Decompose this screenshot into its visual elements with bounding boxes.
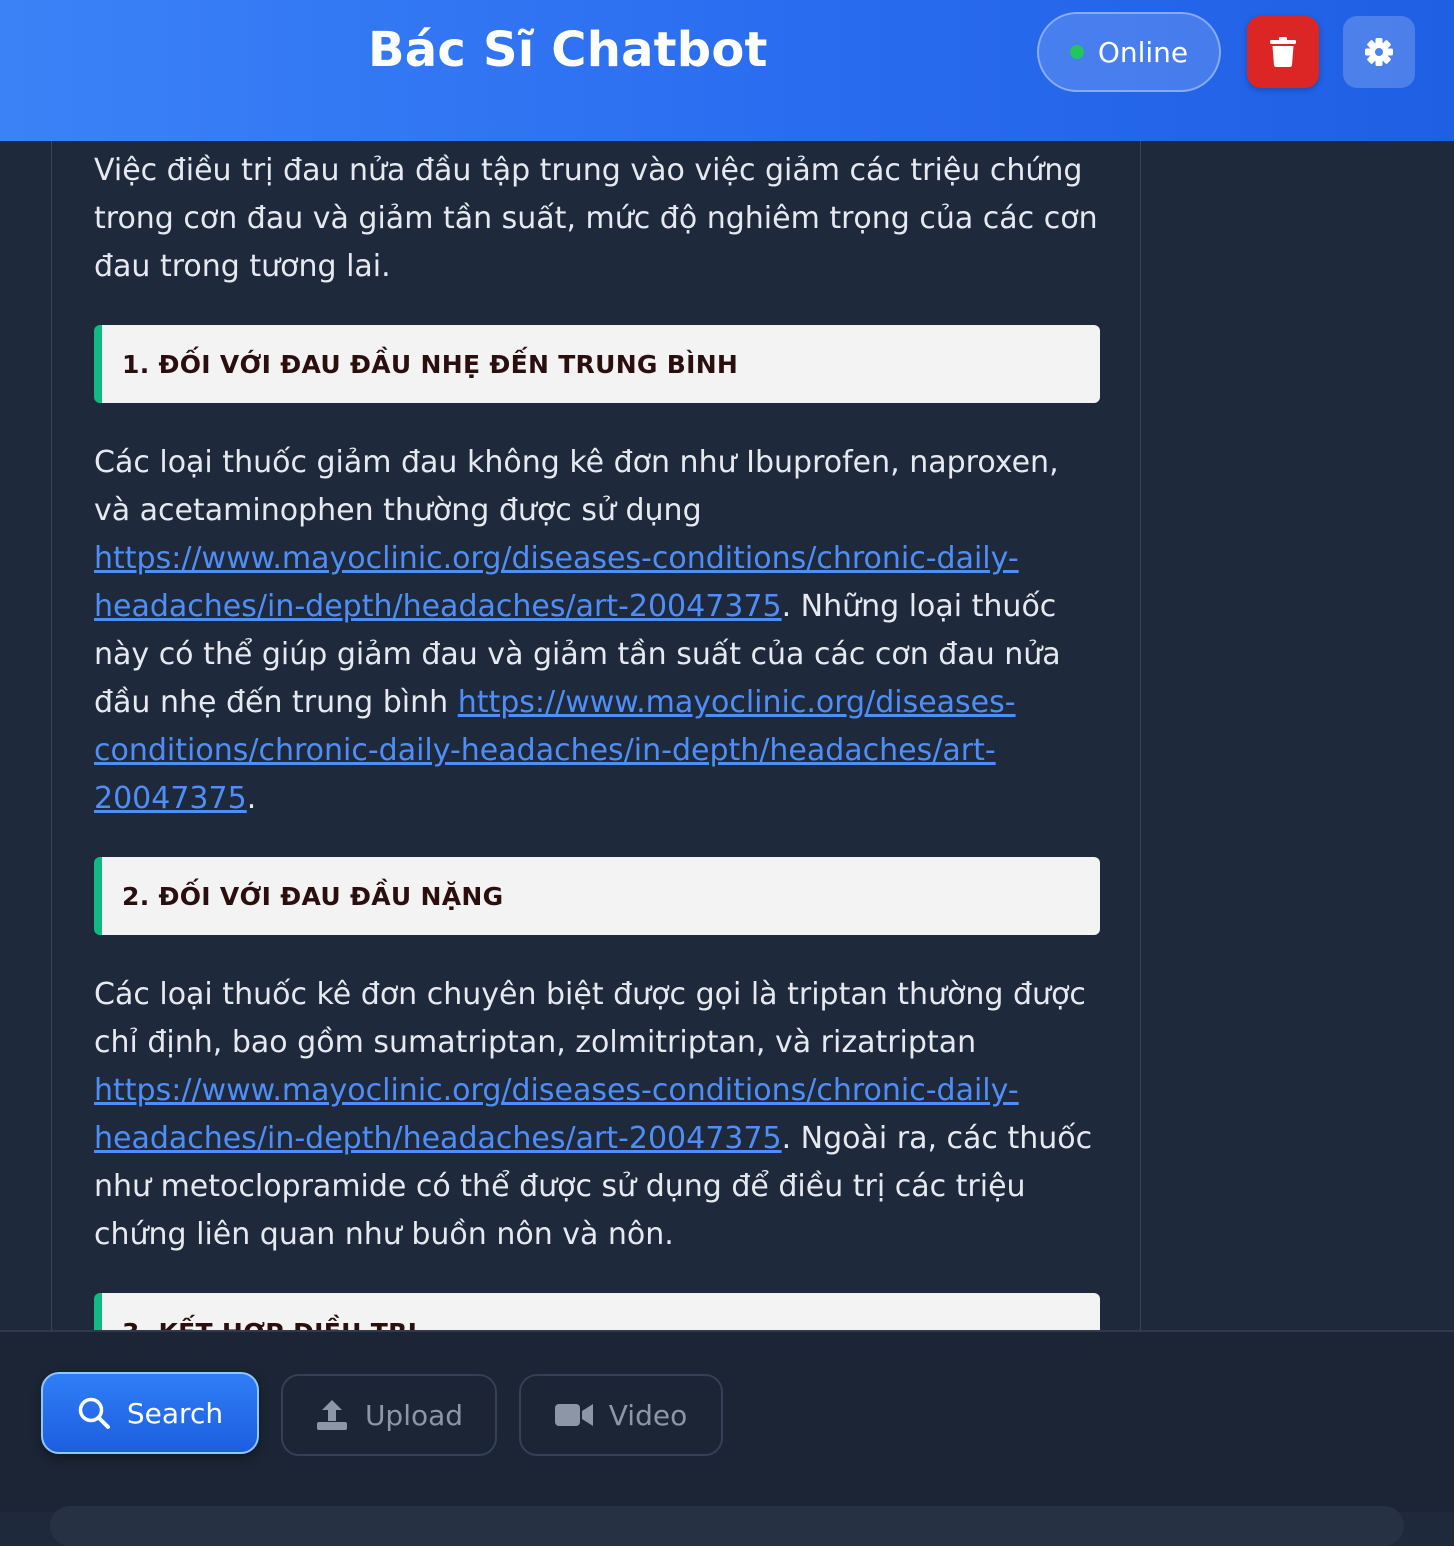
gear-icon [1365,38,1393,66]
app-title: Bác Sĩ Chatbot [368,22,768,78]
settings-button[interactable] [1343,16,1415,88]
status-label: Online [1097,35,1189,69]
message-intro: Việc điều trị đau nửa đầu tập trung vào … [94,153,1098,284]
section-heading: 2. ĐỐI VỚI ĐAU ĐẦU NẶNG [94,857,1100,935]
section-heading-text: 2. ĐỐI VỚI ĐAU ĐẦU NẶNG [122,881,504,911]
search-button[interactable]: Search [41,1372,259,1454]
section-paragraph: Các loại thuốc kê đơn chuyên biệt được g… [94,971,1100,1259]
search-icon [78,1397,110,1429]
video-button[interactable]: Video [519,1374,723,1456]
upload-icon [316,1400,347,1430]
search-label: Search [126,1396,224,1430]
message-content: Việc điều trị đau nửa đầu tập trung vào … [94,147,1100,1330]
section-heading: 3. KẾT HỢP ĐIỀU TRỊ [94,1293,1100,1330]
paragraph-text: Các loại thuốc giảm đau không kê đơn như… [94,445,1059,528]
input-toolbar: Search Upload Video [0,1330,1454,1546]
trash-icon [1270,37,1296,67]
message-input[interactable] [50,1506,1404,1546]
app-header: Bác Sĩ Chatbot Online [0,0,1454,141]
video-label: Video [608,1398,688,1432]
upload-label: Upload [364,1398,464,1432]
section-paragraph: Các loại thuốc giảm đau không kê đơn như… [94,439,1100,823]
paragraph-text: . [246,781,257,816]
delete-chat-button[interactable] [1247,16,1319,88]
status-dot-icon [1069,45,1084,59]
status-badge[interactable]: Online [1037,12,1221,92]
section-heading-text: 3. KẾT HỢP ĐIỀU TRỊ [122,1318,417,1331]
video-camera-icon [554,1404,593,1426]
paragraph-text: Các loại thuốc kê đơn chuyên biệt được g… [94,977,1086,1060]
bot-message-bubble: Việc điều trị đau nửa đầu tập trung vào … [51,141,1141,1330]
upload-button[interactable]: Upload [281,1374,497,1456]
section-heading: 1. ĐỐI VỚI ĐAU ĐẦU NHẸ ĐẾN TRUNG BÌNH [94,325,1100,403]
section-heading-text: 1. ĐỐI VỚI ĐAU ĐẦU NHẸ ĐẾN TRUNG BÌNH [122,349,739,379]
chat-messages[interactable]: Việc điều trị đau nửa đầu tập trung vào … [0,141,1454,1330]
